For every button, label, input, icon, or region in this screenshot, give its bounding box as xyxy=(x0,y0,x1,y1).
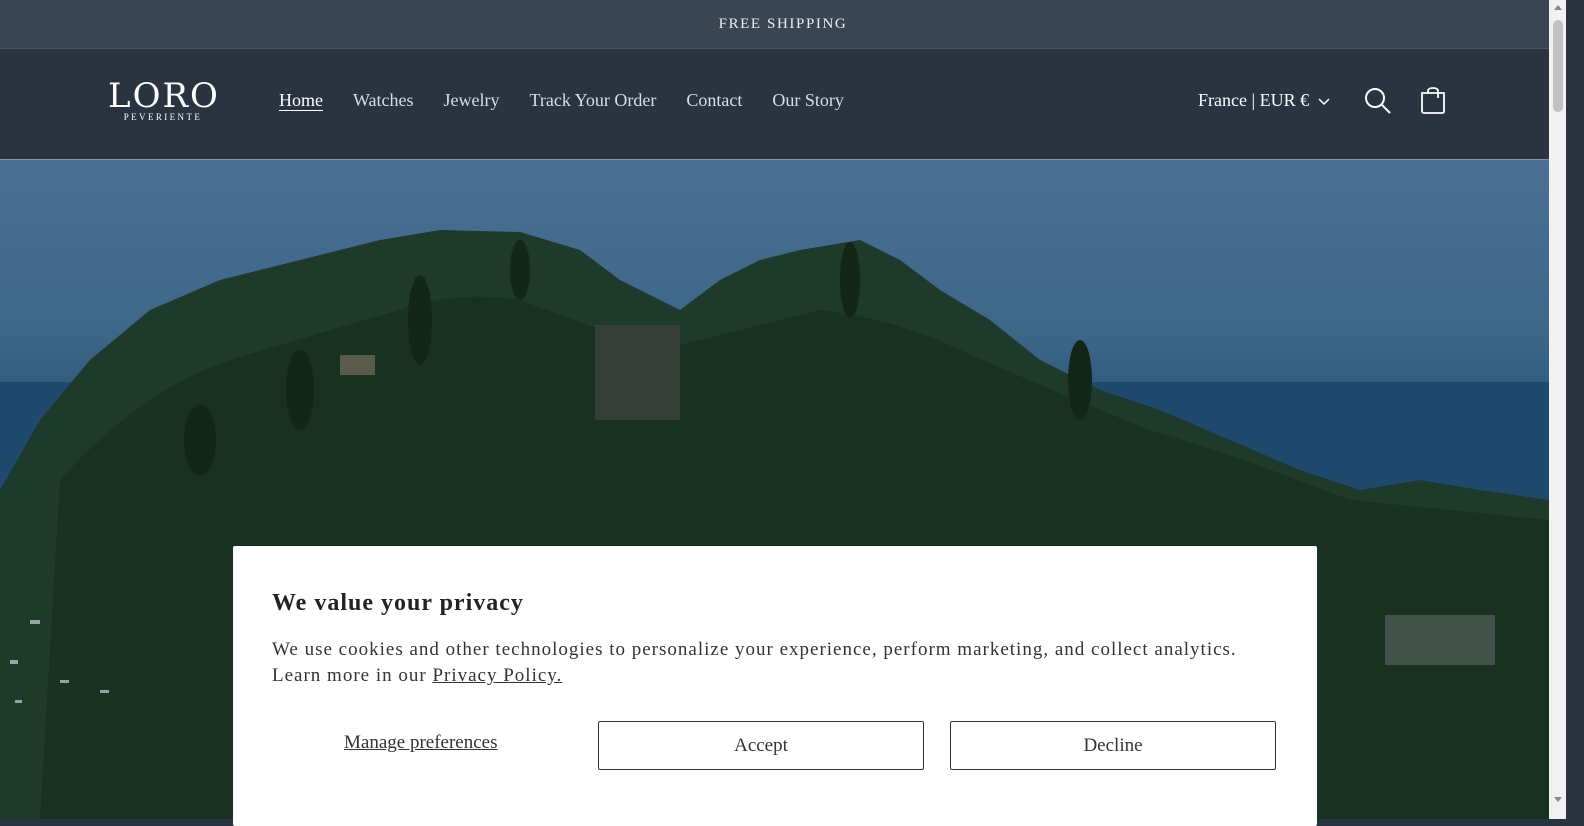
cookie-banner-text: We use cookies and other technologies to… xyxy=(272,637,1272,689)
decline-button[interactable]: Decline xyxy=(950,721,1276,770)
announcement-text: FREE SHIPPING xyxy=(718,15,848,32)
cookie-banner-title: We value your privacy xyxy=(272,590,524,616)
locale-label: France | EUR € xyxy=(1198,90,1310,110)
announcement-bar: FREE SHIPPING xyxy=(0,0,1566,49)
logo-subtitle: PEVERIENTE xyxy=(123,112,203,122)
cookie-banner-body: We use cookies and other technologies to… xyxy=(272,639,1237,686)
page-scrollbar[interactable] xyxy=(1549,0,1566,819)
logo-wordmark: LORO xyxy=(108,76,220,116)
chevron-down-icon xyxy=(1318,97,1330,105)
main-nav: Home Watches Jewelry Track Your Order Co… xyxy=(279,90,844,111)
nav-watches[interactable]: Watches xyxy=(353,90,414,111)
site-header: LORO PEVERIENTE Home Watches Jewelry Tra… xyxy=(0,49,1566,160)
scrollbar-thumb[interactable] xyxy=(1553,20,1563,112)
manage-preferences-link[interactable]: Manage preferences xyxy=(344,732,497,754)
nav-home[interactable]: Home xyxy=(279,90,323,111)
nav-contact[interactable]: Contact xyxy=(686,90,742,111)
scroll-up-arrow-icon[interactable] xyxy=(1552,2,1564,14)
country-currency-selector[interactable]: France | EUR € xyxy=(1198,90,1331,111)
accept-button[interactable]: Accept xyxy=(598,721,924,770)
cart-icon[interactable] xyxy=(1417,85,1449,117)
privacy-policy-link[interactable]: Privacy Policy. xyxy=(432,665,562,686)
scroll-down-arrow-icon[interactable] xyxy=(1552,793,1564,805)
cookie-consent-banner: We value your privacy We use cookies and… xyxy=(233,546,1317,826)
search-icon[interactable] xyxy=(1362,85,1394,117)
nav-our-story[interactable]: Our Story xyxy=(772,90,844,111)
nav-jewelry[interactable]: Jewelry xyxy=(444,90,500,111)
nav-track-order[interactable]: Track Your Order xyxy=(530,90,657,111)
brand-logo[interactable]: LORO PEVERIENTE xyxy=(108,79,218,125)
